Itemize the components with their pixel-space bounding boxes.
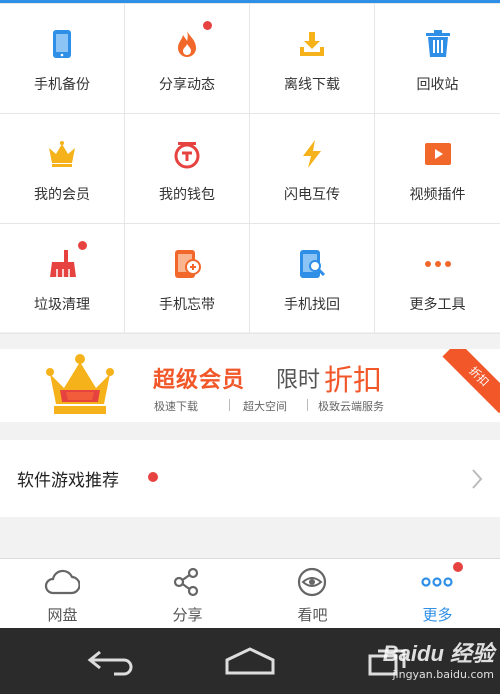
cloud-icon <box>44 567 81 597</box>
grid-item-phone-find[interactable]: 手机找回 <box>250 224 375 334</box>
tab-label: 分享 <box>172 606 203 624</box>
grid-item-video-plugin[interactable]: 视频插件 <box>375 114 500 224</box>
more-dots-icon <box>419 567 455 597</box>
grid-item-label: 离线下载 <box>284 77 340 93</box>
grid-item-label: 我的会员 <box>34 187 90 203</box>
notification-dot <box>203 21 212 30</box>
watermark-logo-text: Baidu 经验 <box>382 641 494 666</box>
trash-icon <box>423 29 453 59</box>
notification-dot <box>78 241 87 250</box>
notification-dot <box>453 562 463 572</box>
tools-grid: 手机备份 分享动态 离线下载 回收站 我的会员 我的钱包 闪电互传 视频插件 垃… <box>0 3 500 334</box>
crown-icon <box>46 354 114 416</box>
tab-kanba[interactable]: 看吧 <box>250 559 375 629</box>
grid-item-label: 闪电互传 <box>284 187 340 203</box>
tab-more[interactable]: 更多 <box>375 559 500 629</box>
grid-item-my-membership[interactable]: 我的会员 <box>0 114 125 224</box>
grid-item-my-wallet[interactable]: 我的钱包 <box>125 114 250 224</box>
notification-dot <box>148 472 158 482</box>
grid-item-phone-forgotten[interactable]: 手机忘带 <box>125 224 250 334</box>
grid-item-label: 回收站 <box>416 77 459 93</box>
grid-item-share-feed[interactable]: 分享动态 <box>125 4 250 114</box>
baidu-jingyan-watermark: Baidu 经验 jingyan.baidu.com <box>383 636 494 681</box>
banner-divider <box>307 399 308 411</box>
eye-icon <box>294 567 330 597</box>
tab-netdisk[interactable]: 网盘 <box>0 559 125 629</box>
phone-remote-icon <box>172 249 202 279</box>
home-icon[interactable] <box>224 646 276 676</box>
banner-title-super-member: 超级会员 <box>153 368 246 393</box>
tab-label: 看吧 <box>297 606 328 624</box>
grid-item-label: 视频插件 <box>409 187 466 203</box>
banner-feature: 超大空间 <box>243 400 287 413</box>
grid-item-offline-download[interactable]: 离线下载 <box>250 4 375 114</box>
grid-item-junk-cleanup[interactable]: 垃圾清理 <box>0 224 125 334</box>
tab-label: 网盘 <box>47 606 78 624</box>
grid-item-label: 更多工具 <box>409 297 466 313</box>
phone-search-icon <box>297 249 327 279</box>
back-icon[interactable] <box>86 646 136 676</box>
watermark-url: jingyan.baidu.com <box>392 668 494 681</box>
more-dots-icon <box>423 249 453 279</box>
grid-item-label: 手机找回 <box>284 297 340 313</box>
grid-item-recycle-bin[interactable]: 回收站 <box>375 4 500 114</box>
grid-item-phone-backup[interactable]: 手机备份 <box>0 4 125 114</box>
tab-share[interactable]: 分享 <box>125 559 250 629</box>
wallet-icon <box>172 139 202 169</box>
crown-icon <box>47 139 77 169</box>
download-tray-icon <box>297 29 327 59</box>
grid-item-label: 垃圾清理 <box>34 297 90 313</box>
banner-title-discount: 折扣 <box>324 363 383 397</box>
flame-icon <box>172 21 212 59</box>
grid-item-label: 手机忘带 <box>159 297 215 313</box>
phone-icon <box>47 29 77 59</box>
chevron-right-icon <box>470 468 484 490</box>
tab-label: 更多 <box>422 606 453 624</box>
banner-title-limited: 限时 <box>276 368 321 393</box>
software-games-label: 软件游戏推荐 <box>17 471 119 491</box>
grid-item-label: 我的钱包 <box>159 187 215 203</box>
grid-item-label: 分享动态 <box>159 77 215 93</box>
banner-feature: 极速下载 <box>154 400 198 413</box>
video-play-icon <box>423 139 453 169</box>
banner-feature: 极致云端服务 <box>318 400 384 413</box>
broom-icon <box>47 241 87 279</box>
grid-item-more-tools[interactable]: 更多工具 <box>375 224 500 334</box>
grid-item-label: 手机备份 <box>34 77 90 93</box>
banner-divider <box>229 399 230 411</box>
grid-item-lightning-transfer[interactable]: 闪电互传 <box>250 114 375 224</box>
lightning-icon <box>297 139 327 169</box>
bottom-tab-bar: 网盘 分享 看吧 更多 <box>0 558 500 628</box>
share-icon <box>169 567 205 597</box>
